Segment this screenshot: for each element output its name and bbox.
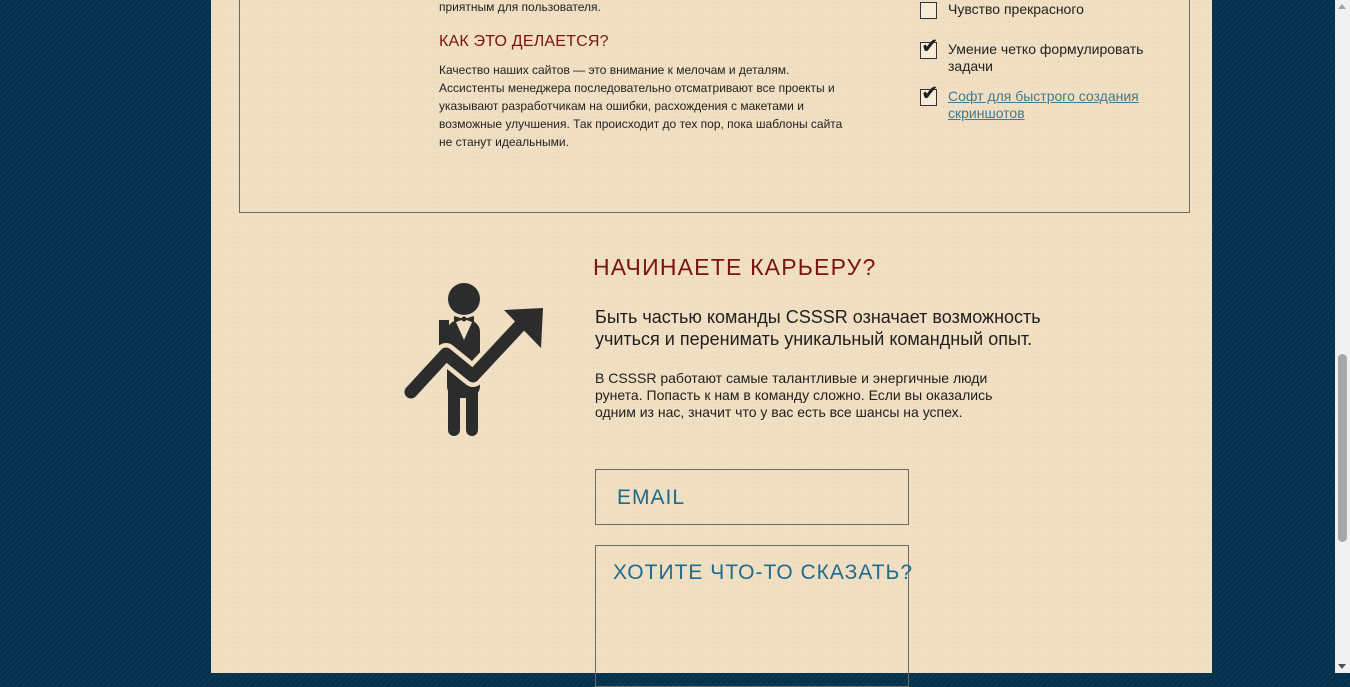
- checklist-item-formulate-tasks[interactable]: ✔ Умение четко формулировать задачи: [920, 36, 1170, 75]
- scroll-down-arrow-icon[interactable]: [1338, 664, 1346, 669]
- career-description: В CSSSR работают самые талантливые и эне…: [595, 370, 993, 420]
- quality-text-fragment: приятным для пользователя.: [439, 0, 601, 14]
- screenshot-software-link[interactable]: Софт для быстрого создания скриншотов: [948, 88, 1170, 122]
- checklist-item-screenshot-software[interactable]: ✔ Софт для быстрого создания скриншотов: [920, 83, 1170, 122]
- career-lead-text: Быть частью команды CSSSR означает возмо…: [595, 307, 1041, 349]
- checklist-label: Чувство прекрасного: [948, 1, 1084, 17]
- checked-checkbox-icon[interactable]: ✔: [920, 83, 939, 106]
- checkmark-icon: ✔: [921, 81, 939, 105]
- career-heading: НАЧИНАЕТЕ КАРЬЕРУ?: [593, 254, 877, 280]
- message-field[interactable]: ХОТИТЕ ЧТО-ТО СКАЗАТЬ?: [595, 545, 912, 687]
- how-it-is-done-heading: КАК ЭТО ДЕЛАЕТСЯ?: [439, 33, 609, 50]
- how-it-is-done-text: Качество наших сайтов — это внимание к м…: [439, 63, 843, 149]
- email-placeholder: EMAIL: [617, 486, 686, 509]
- unchecked-checkbox-icon[interactable]: [920, 2, 937, 19]
- career-growth-icon: [391, 280, 551, 440]
- scroll-up-arrow-icon[interactable]: [1338, 4, 1346, 9]
- checklist-item-sense-of-beauty[interactable]: Чувство прекрасного: [920, 1, 1084, 19]
- email-field[interactable]: EMAIL: [595, 469, 909, 525]
- content-paper: приятным для пользователя. КАК ЭТО ДЕЛАЕ…: [211, 0, 1212, 687]
- message-placeholder: ХОТИТЕ ЧТО-ТО СКАЗАТЬ?: [613, 561, 914, 584]
- vertical-scrollbar[interactable]: [1335, 0, 1350, 673]
- checked-checkbox-icon[interactable]: ✔: [920, 36, 939, 59]
- checklist-label: Умение четко формулировать задачи: [948, 41, 1144, 74]
- scrollbar-thumb[interactable]: [1338, 354, 1347, 542]
- checkmark-icon: ✔: [921, 34, 939, 58]
